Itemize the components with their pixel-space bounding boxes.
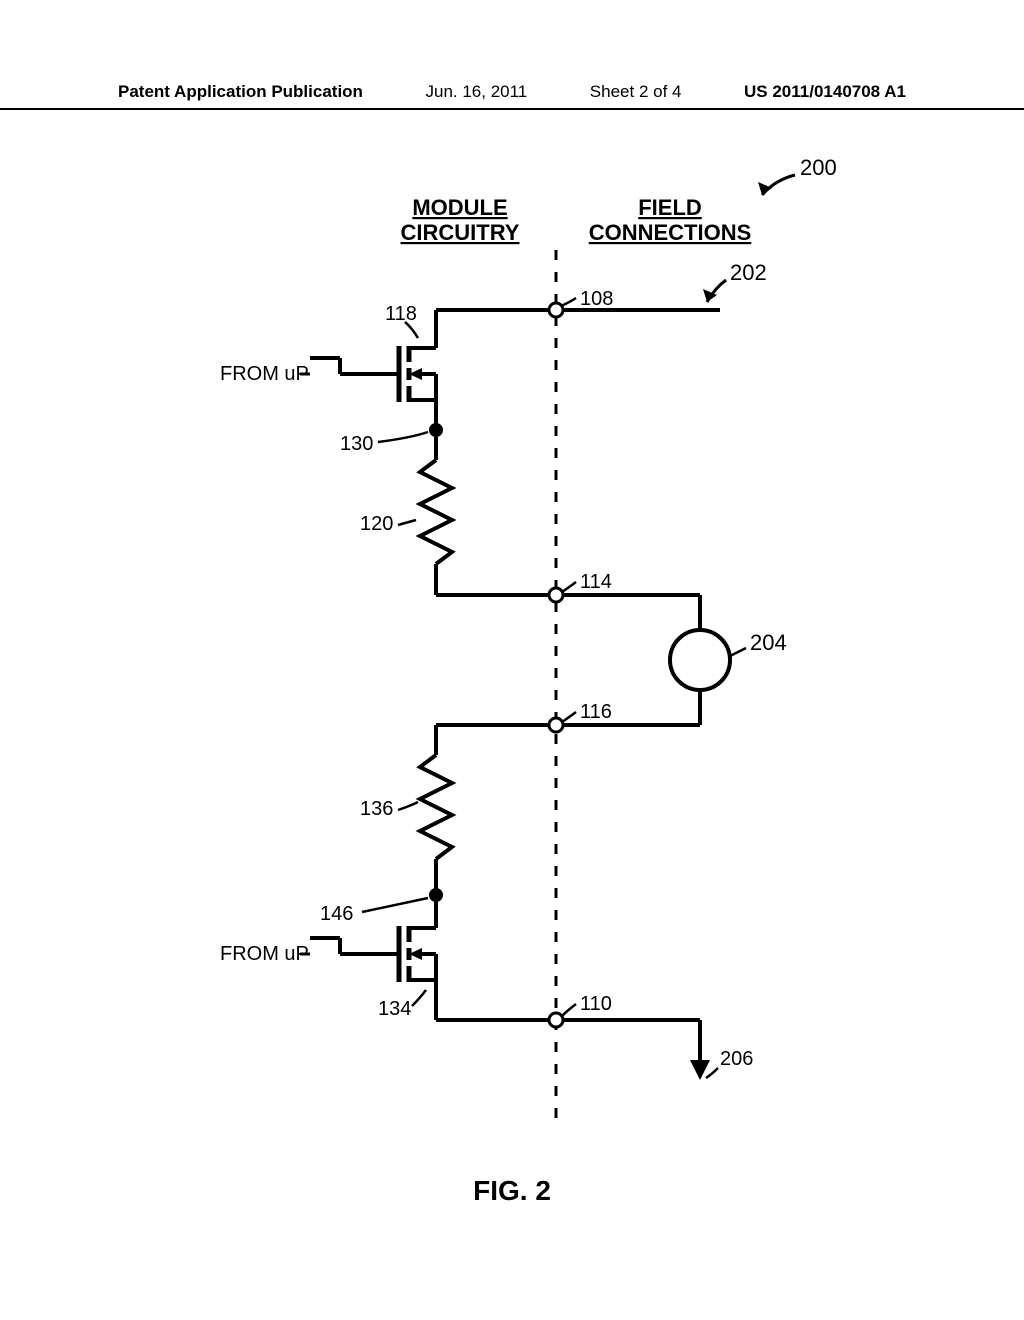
figure-area: MODULE CIRCUITRY FIELD CONNECTIONS 200 1… bbox=[0, 120, 1024, 1170]
terminal-114: 114 bbox=[436, 571, 700, 630]
from-up-1-text: FROM uP bbox=[220, 363, 309, 385]
heading-module-circuitry: MODULE CIRCUITRY bbox=[401, 195, 520, 245]
from-up-2: FROM uP bbox=[220, 943, 310, 965]
ref-202-text: 202 bbox=[730, 260, 767, 285]
ref-108-text: 108 bbox=[580, 288, 613, 310]
terminal-110: 110 bbox=[436, 993, 700, 1027]
from-up-2-text: FROM uP bbox=[220, 943, 309, 965]
from-up-1: FROM uP bbox=[220, 363, 310, 385]
page-header: Patent Application Publication Jun. 16, … bbox=[0, 82, 1024, 110]
device-204: 204 bbox=[670, 630, 787, 725]
ref-120-text: 120 bbox=[360, 513, 393, 535]
header-pubno: US 2011/0140708 A1 bbox=[744, 82, 906, 102]
ref-206-text: 206 bbox=[720, 1048, 753, 1070]
figure-caption: FIG. 2 bbox=[0, 1175, 1024, 1207]
header-date: Jun. 16, 2011 bbox=[425, 82, 527, 102]
field-connections-line1: FIELD bbox=[638, 195, 702, 220]
ref-110-text: 110 bbox=[580, 993, 612, 1015]
ref-118-text: 118 bbox=[385, 303, 417, 325]
ref-116-text: 116 bbox=[580, 701, 612, 723]
node-146: 146 bbox=[320, 888, 443, 925]
terminal-116: 116 bbox=[436, 701, 700, 732]
ref-200: 200 bbox=[758, 155, 837, 195]
fet-118: 118 bbox=[310, 303, 436, 430]
ref-134-text: 134 bbox=[378, 998, 411, 1020]
ground-206: 206 bbox=[690, 1020, 753, 1080]
node-130: 130 bbox=[340, 423, 443, 455]
ref-130-text: 130 bbox=[340, 433, 373, 455]
ref-202: 202 bbox=[703, 260, 767, 302]
module-circuitry-line2: CIRCUITRY bbox=[401, 220, 520, 245]
module-circuitry-line1: MODULE bbox=[412, 195, 507, 220]
resistor-136: 136 bbox=[360, 725, 452, 895]
field-connections-line2: CONNECTIONS bbox=[589, 220, 752, 245]
resistor-120: 120 bbox=[360, 430, 452, 595]
circuit-diagram: MODULE CIRCUITRY FIELD CONNECTIONS 200 1… bbox=[0, 120, 1024, 1170]
terminal-108: 108 202 bbox=[549, 260, 767, 317]
header-publication: Patent Application Publication bbox=[118, 82, 363, 102]
header-sheet: Sheet 2 of 4 bbox=[590, 82, 682, 102]
ref-204-text: 204 bbox=[750, 630, 787, 655]
heading-field-connections: FIELD CONNECTIONS bbox=[589, 195, 752, 245]
ref-136-text: 136 bbox=[360, 798, 393, 820]
ref-146-text: 146 bbox=[320, 903, 353, 925]
ref-200-text: 200 bbox=[800, 155, 837, 180]
ref-114-text: 114 bbox=[580, 571, 612, 593]
